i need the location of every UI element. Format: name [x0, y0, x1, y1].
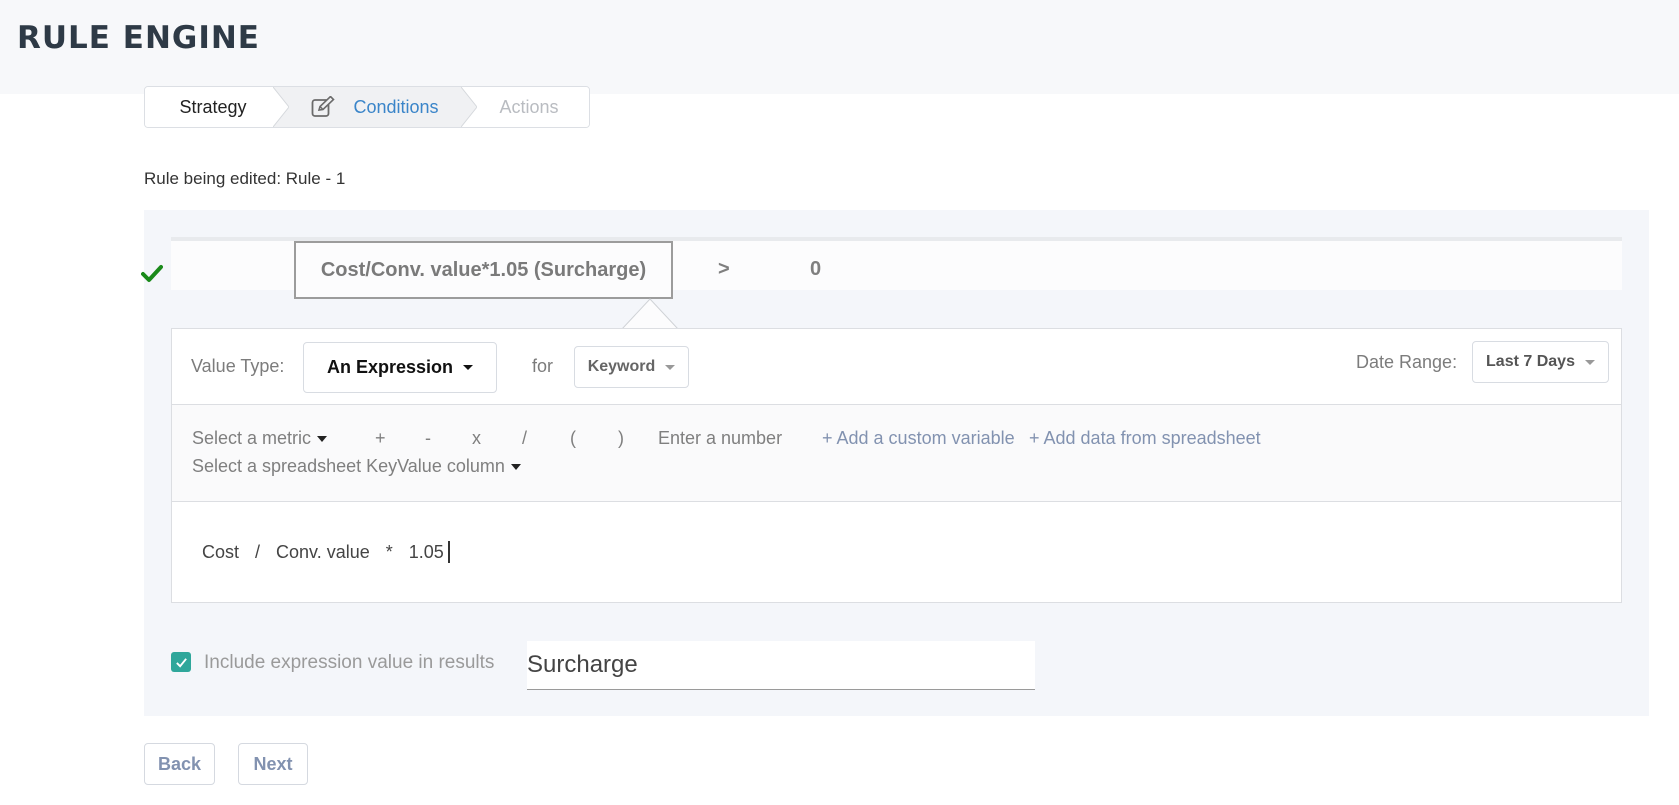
chevron-down-icon [1584, 359, 1595, 365]
chevron-down-icon [463, 365, 474, 370]
select-keyvalue-column-dropdown[interactable]: Select a spreadsheet KeyValue column [192, 456, 521, 477]
include-expression-checkbox[interactable] [171, 652, 191, 672]
step-strategy[interactable]: Strategy [145, 87, 281, 127]
for-label: for [532, 356, 554, 376]
operator-open-paren[interactable]: ( [570, 428, 576, 449]
for-dropdown[interactable]: Keyword [574, 346, 689, 388]
expression-input[interactable]: Cost / Conv. value * 1.05 [202, 541, 466, 563]
expression-token: Conv. value [276, 541, 370, 562]
condition-value[interactable]: 0 [810, 258, 821, 281]
expression-token: * [385, 541, 393, 562]
condition-operator[interactable]: > [718, 258, 730, 281]
value-type-label: Value Type: [191, 356, 285, 376]
select-keyvalue-column-label: Select a spreadsheet KeyValue column [192, 456, 505, 476]
page-header: RULE ENGINE [0, 0, 1679, 94]
select-metric-dropdown[interactable]: Select a metric [192, 428, 328, 449]
step-conditions-label: Conditions [353, 96, 439, 117]
value-type-dropdown[interactable]: An Expression [303, 342, 497, 393]
operator-minus[interactable]: - [425, 428, 431, 449]
page-title: RULE ENGINE [17, 20, 260, 56]
date-range-selected: Last 7 Days [1486, 353, 1575, 370]
step-separator [461, 87, 477, 127]
step-actions[interactable]: Actions [469, 87, 589, 127]
edit-icon [311, 95, 336, 118]
check-icon [141, 262, 163, 284]
caret-down-icon [510, 464, 521, 471]
expression-editor: Value Type: An Expression for Keyword Da… [171, 328, 1622, 603]
date-range-dropdown[interactable]: Last 7 Days [1472, 341, 1609, 383]
step-actions-label: Actions [499, 96, 559, 117]
step-strategy-label: Strategy [179, 96, 247, 117]
next-button[interactable]: Next [238, 743, 308, 785]
step-wizard: Strategy Conditions Actions [144, 86, 590, 128]
caret-down-icon [317, 436, 328, 443]
select-metric-label: Select a metric [192, 428, 312, 448]
operator-divide[interactable]: / [522, 428, 527, 449]
date-range-label: Date Range: [1356, 352, 1458, 372]
chevron-down-icon [665, 364, 676, 370]
popover-pointer [622, 298, 678, 329]
operator-close-paren[interactable]: ) [618, 428, 624, 449]
expression-token: Cost [202, 541, 240, 562]
add-custom-variable-link[interactable]: + Add a custom variable [822, 428, 1015, 449]
add-spreadsheet-data-link[interactable]: + Add data from spreadsheet [1029, 428, 1261, 449]
rule-being-edited-label: Rule being edited: Rule - 1 [144, 169, 346, 188]
back-button[interactable]: Back [144, 743, 215, 785]
expression-token: 1.05 [408, 541, 444, 562]
include-expression-label: Include expression value in results [204, 652, 495, 673]
expression-token: / [255, 541, 261, 562]
operator-plus[interactable]: + [375, 428, 386, 449]
checkmark-icon [175, 657, 187, 668]
text-cursor [447, 541, 450, 563]
for-selected: Keyword [587, 358, 656, 375]
expression-builder-toolbar: Select a metric + - x / ( ) Enter a numb… [172, 404, 1621, 502]
expression-name-input[interactable] [527, 641, 1035, 690]
step-separator [273, 87, 289, 127]
condition-expression-box[interactable]: Cost/Conv. value*1.05 (Surcharge) [294, 241, 673, 299]
enter-number-input[interactable]: Enter a number [658, 428, 782, 449]
value-type-selected: An Expression [326, 357, 454, 377]
step-conditions[interactable]: Conditions [281, 87, 469, 127]
operator-multiply[interactable]: x [472, 428, 481, 449]
editor-topbar: Value Type: An Expression for Keyword Da… [172, 329, 1621, 404]
